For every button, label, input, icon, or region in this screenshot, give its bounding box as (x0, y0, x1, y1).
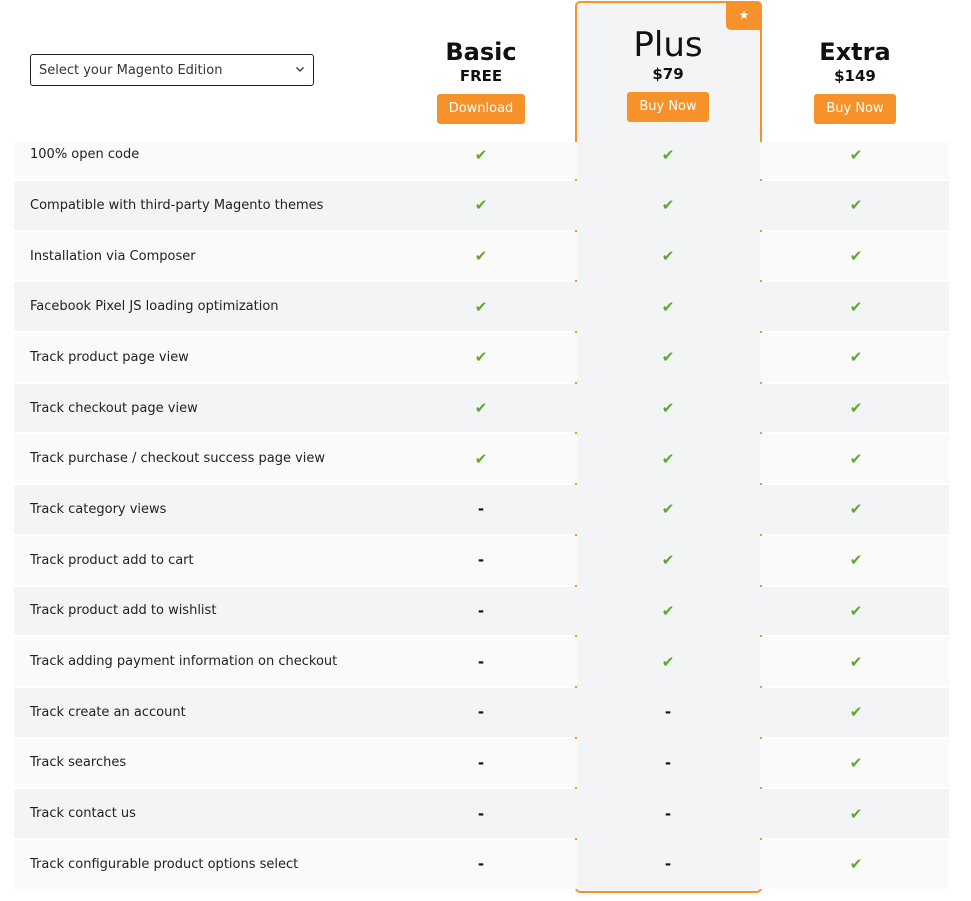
dash-icon: - (477, 500, 485, 519)
check-icon: ✔ (849, 449, 863, 468)
buy-now-button[interactable]: Buy Now (627, 92, 709, 122)
plan-name: Plus (633, 25, 703, 65)
check-icon: ✔ (849, 804, 863, 823)
table-row: Track product page view ✔ ✔ ✔ (14, 333, 949, 382)
feature-label: Track contact us (30, 806, 136, 822)
feature-label: Track checkout page view (30, 400, 198, 416)
check-icon: ✔ (849, 551, 863, 570)
feature-label: Track category views (30, 501, 167, 517)
table-row: Track checkout page view ✔ ✔ ✔ (14, 383, 949, 433)
table-row: Track category views - ✔ ✔ (14, 485, 949, 534)
check-icon: ✔ (849, 652, 863, 671)
check-icon: ✔ (849, 399, 863, 418)
check-icon: ✔ (849, 753, 863, 772)
check-icon: ✔ (474, 297, 488, 316)
plan-name: Basic (445, 38, 517, 66)
table-row: Track configurable product options selec… (14, 839, 949, 889)
dash-icon: - (664, 804, 672, 823)
check-icon: ✔ (661, 551, 675, 570)
download-button[interactable]: Download (436, 94, 526, 124)
check-icon: ✔ (661, 399, 675, 418)
check-icon: ✔ (849, 855, 863, 874)
feature-label: Installation via Composer (30, 248, 196, 264)
check-icon: ✔ (849, 297, 863, 316)
check-icon: ✔ (849, 601, 863, 620)
check-icon: ✔ (661, 196, 675, 215)
plan-basic: Basic FREE Download (388, 38, 574, 124)
plan-price: $79 (652, 65, 684, 83)
feature-label: Track create an account (30, 704, 186, 720)
check-icon: ✔ (661, 146, 675, 164)
feature-label: Track configurable product options selec… (30, 856, 299, 872)
plan-extra: Extra $149 Buy Now (762, 38, 948, 124)
dash-icon: - (477, 753, 485, 772)
plan-plus: Plus $79 Buy Now (575, 26, 761, 122)
plan-price: FREE (459, 67, 503, 85)
check-icon: ✔ (849, 500, 863, 519)
check-icon: ✔ (474, 449, 488, 468)
check-icon: ✔ (474, 399, 488, 418)
feature-label: Track product add to cart (30, 552, 194, 568)
feature-label: Facebook Pixel JS loading optimization (30, 299, 279, 315)
dash-icon: - (664, 753, 672, 772)
check-icon: ✔ (474, 146, 488, 164)
buy-now-button[interactable]: Buy Now (814, 94, 896, 124)
feature-label: Track product page view (30, 349, 189, 365)
table-row: Installation via Composer ✔ ✔ ✔ (14, 231, 949, 281)
plan-price: $149 (834, 67, 876, 85)
table-row: Track contact us - - ✔ (14, 789, 949, 838)
table-row: 100% open code ✔ ✔ ✔ (14, 142, 949, 179)
feature-label: Track searches (30, 755, 127, 771)
plan-name: Extra (819, 38, 891, 66)
check-icon: ✔ (661, 297, 675, 316)
table-row: Track purchase / checkout success page v… (14, 434, 949, 484)
check-icon: ✔ (849, 247, 863, 266)
feature-label: Compatible with third-party Magento them… (30, 197, 324, 213)
dash-icon: - (477, 703, 485, 722)
dash-icon: - (477, 855, 485, 874)
check-icon: ✔ (661, 247, 675, 266)
check-icon: ✔ (849, 196, 863, 215)
feature-comparison-table: 100% open code ✔ ✔ ✔ Compatible with third-p… (14, 142, 949, 891)
dash-icon: - (477, 601, 485, 620)
dash-icon: - (477, 652, 485, 671)
table-row: Facebook Pixel JS loading optimization ✔ ✔… (14, 282, 949, 332)
dash-icon: - (664, 703, 672, 722)
feature-label: 100% open code (30, 147, 140, 162)
check-icon: ✔ (661, 500, 675, 519)
chevron-down-icon (296, 67, 304, 72)
check-icon: ✔ (474, 247, 488, 266)
check-icon: ✔ (661, 601, 675, 620)
check-icon: ✔ (849, 146, 863, 164)
check-icon: ✔ (661, 348, 675, 367)
check-icon: ✔ (474, 348, 488, 367)
table-row: Track product add to wishlist - ✔ ✔ (14, 586, 949, 636)
edition-select-value: Select your Magento Edition (39, 62, 223, 78)
dash-icon: - (664, 855, 672, 874)
check-icon: ✔ (661, 449, 675, 468)
feature-label: Track purchase / checkout success page v… (30, 451, 326, 467)
table-row: Track adding payment information on chec… (14, 637, 949, 686)
check-icon: ✔ (474, 196, 488, 215)
table-row: Track product add to cart - ✔ ✔ (14, 535, 949, 585)
table-row: Track create an account - - ✔ (14, 687, 949, 737)
feature-label: Track adding payment information on chec… (30, 654, 338, 670)
check-icon: ✔ (849, 703, 863, 722)
check-icon: ✔ (661, 652, 675, 671)
check-icon: ✔ (849, 348, 863, 367)
table-row: Compatible with third-party Magento them… (14, 181, 949, 230)
dash-icon: - (477, 804, 485, 823)
table-row: Track searches - - ✔ (14, 738, 949, 788)
feature-label: Track product add to wishlist (30, 603, 217, 619)
dash-icon: - (477, 551, 485, 570)
edition-select[interactable]: Select your Magento Edition (30, 54, 314, 86)
